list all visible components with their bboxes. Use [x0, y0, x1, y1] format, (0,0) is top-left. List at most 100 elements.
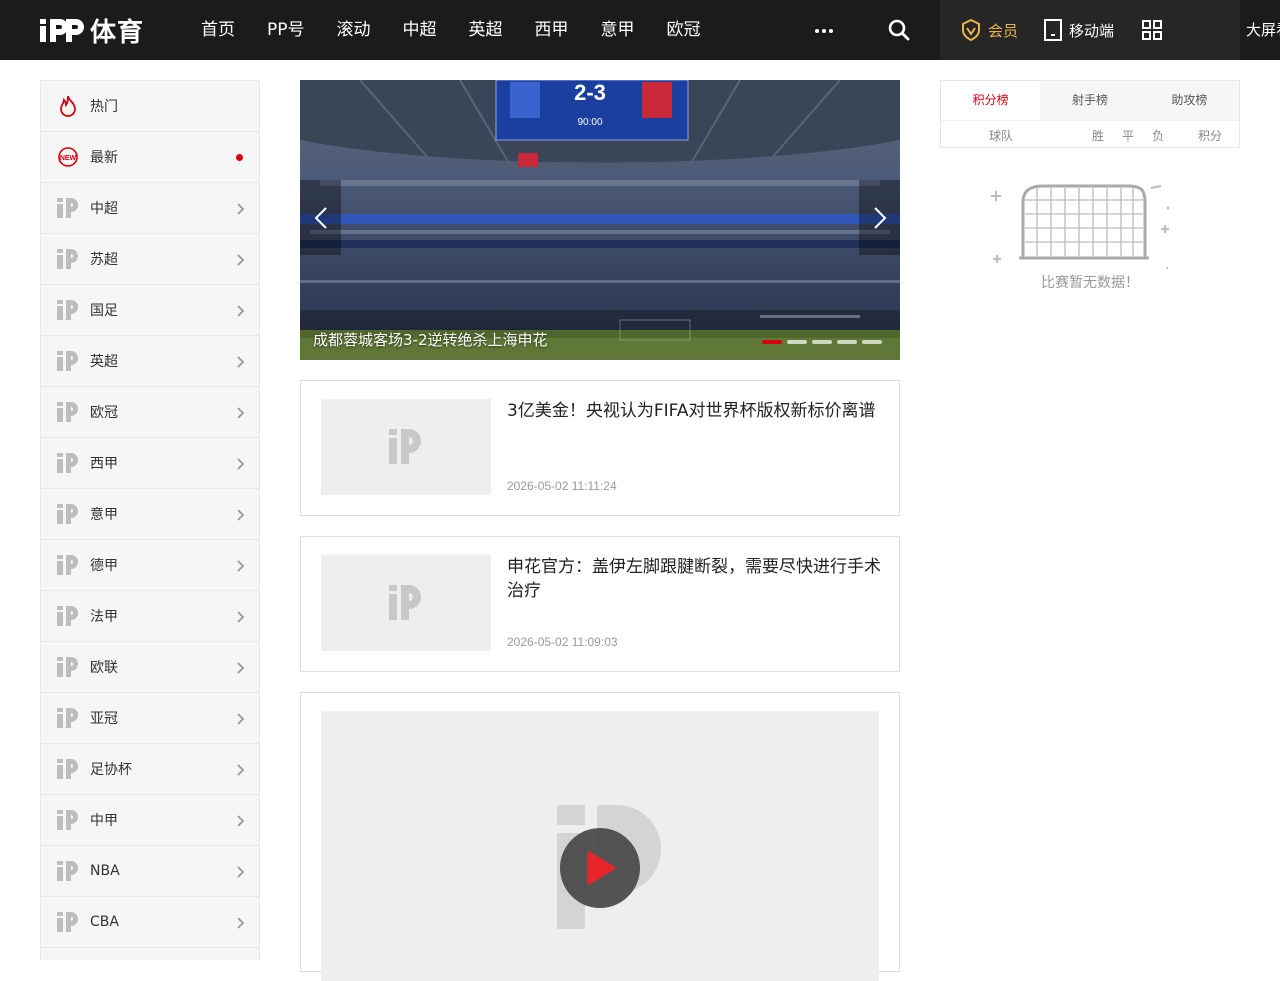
vip-label: 会员 [988, 22, 1019, 40]
logo-text: 体育 [90, 17, 145, 48]
sidebar-item[interactable]: NBA [41, 846, 259, 897]
nav-item-scroll[interactable]: 滚动 [321, 0, 387, 60]
col-points: 积分 [1198, 129, 1223, 143]
carousel-dot[interactable] [812, 340, 832, 344]
chevron-right-icon [237, 508, 245, 521]
nav-item-seriea[interactable]: 意甲 [585, 0, 651, 60]
new-indicator-dot [236, 154, 243, 161]
sidebar-item[interactable]: 欧冠 [41, 387, 259, 438]
sidebar-item-label: 亚冠 [90, 711, 118, 727]
chevron-right-icon [237, 457, 245, 470]
carousel-dot[interactable] [787, 340, 807, 344]
sidebar-item[interactable]: 欧联 [41, 642, 259, 693]
news-card[interactable]: 申花官方：盖伊左脚跟腱断裂，需要尽快进行手术治疗 2026-05-02 11:0… [300, 536, 900, 672]
chevron-right-icon [237, 763, 245, 776]
tab-standings[interactable]: 积分榜 [941, 81, 1041, 120]
tab-top-assists[interactable]: 助攻榜 [1140, 81, 1239, 120]
bigscreen-link[interactable]: 大屏看 [1246, 19, 1280, 40]
sidebar-item[interactable]: 苏超 [41, 234, 259, 285]
chevron-right-icon [237, 355, 245, 368]
chevron-right-icon [237, 661, 245, 674]
news-time: 2026-05-02 11:11:24 [507, 479, 617, 493]
pp-logo-icon [57, 503, 79, 525]
chevron-right-icon [237, 865, 245, 878]
sidebar-item-label: CBA [90, 914, 119, 930]
chevron-right-icon [237, 253, 245, 266]
pp-logo-icon [57, 452, 79, 474]
search-icon[interactable] [886, 17, 912, 43]
chevron-left-icon [314, 206, 327, 229]
site-logo[interactable]: 体育 [38, 14, 145, 48]
sidebar-item[interactable]: 意甲 [41, 489, 259, 540]
sidebar-item-label: 英超 [90, 354, 118, 370]
carousel-prev-button[interactable] [300, 180, 341, 255]
vip-button[interactable]: 会员 [960, 18, 1018, 42]
carousel-dot[interactable] [762, 340, 782, 344]
pp-logo-icon [57, 860, 79, 882]
carousel-indicators [762, 340, 882, 344]
sidebar-item-label: 欧联 [90, 660, 118, 676]
sidebar-item-label: NBA [90, 863, 120, 879]
phone-icon [1044, 19, 1062, 41]
news-title[interactable]: 3亿美金！央视认为FIFA对世界杯版权新标价离谱 [507, 399, 882, 423]
carousel-next-button[interactable] [859, 180, 900, 255]
ranking-panel: 积分榜 射手榜 助攻榜 球队 胜 平 负 积分 [940, 80, 1240, 148]
top-navigation-bar: 体育 首页 PP号 滚动 中超 英超 西甲 意甲 欧冠 会员 移动端 大屏 [0, 0, 1280, 60]
vip-shield-icon [962, 18, 980, 42]
pp-placeholder-icon [389, 429, 421, 464]
sidebar-item[interactable]: 热门 [41, 81, 259, 132]
sidebar-item[interactable]: 法甲 [41, 591, 259, 642]
news-title[interactable]: 申花官方：盖伊左脚跟腱断裂，需要尽快进行手术治疗 [507, 555, 882, 603]
sidebar-item[interactable]: 亚冠 [41, 693, 259, 744]
apps-grid-icon[interactable] [1142, 20, 1162, 40]
pp-logo-icon [57, 605, 79, 627]
pp-logo-icon [57, 809, 79, 831]
main-nav: 首页 PP号 滚动 中超 英超 西甲 意甲 欧冠 [185, 0, 717, 60]
col-draw: 平 [1122, 129, 1135, 143]
carousel-image: 2-3 90:00 [300, 80, 900, 360]
nav-item-epl[interactable]: 英超 [453, 0, 519, 60]
nav-item-laliga[interactable]: 西甲 [519, 0, 585, 60]
headline-carousel[interactable]: 2-3 90:00 成都蓉城客场3-2逆转绝杀上海申花 [300, 80, 900, 360]
news-thumbnail [321, 399, 491, 495]
carousel-caption[interactable]: 成都蓉城客场3-2逆转绝杀上海申花 [313, 329, 548, 350]
more-icon[interactable] [810, 20, 838, 40]
sidebar-item[interactable]: 西甲 [41, 438, 259, 489]
chevron-right-icon [237, 916, 245, 929]
news-time: 2026-05-02 11:09:03 [507, 635, 618, 649]
sidebar-item[interactable]: 足协杯 [41, 744, 259, 795]
mobile-app-button[interactable]: 移动端 [1043, 18, 1114, 42]
video-thumbnail [321, 711, 879, 981]
sidebar-item[interactable]: 英超 [41, 336, 259, 387]
chevron-right-icon [237, 406, 245, 419]
ranking-header: 球队 胜 平 负 积分 [941, 120, 1239, 148]
nav-item-ucl[interactable]: 欧冠 [651, 0, 717, 60]
carousel-dot[interactable] [837, 340, 857, 344]
nav-item-pp-hao[interactable]: PP号 [251, 0, 321, 60]
sidebar-item[interactable]: 国足 [41, 285, 259, 336]
col-win: 胜 [1092, 129, 1105, 143]
sidebar-item-label: 国足 [90, 303, 118, 319]
pp-logo-icon [57, 758, 79, 780]
sidebar-item[interactable]: CBA [41, 897, 259, 948]
nav-item-home[interactable]: 首页 [185, 0, 251, 60]
sidebar-item[interactable]: 中超 [41, 183, 259, 234]
sidebar-item-label: 西甲 [90, 456, 118, 472]
carousel-dot[interactable] [862, 340, 882, 344]
tab-top-scorers[interactable]: 射手榜 [1040, 81, 1139, 120]
sidebar-item[interactable]: NEW 最新 [41, 132, 259, 183]
play-icon [587, 851, 616, 885]
play-button[interactable] [560, 828, 640, 908]
news-card[interactable]: 3亿美金！央视认为FIFA对世界杯版权新标价离谱 2026-05-02 11:1… [300, 380, 900, 516]
sidebar-item[interactable]: 中甲 [41, 795, 259, 846]
video-card[interactable] [300, 692, 900, 981]
pp-logo-icon [57, 911, 79, 933]
chevron-right-icon [237, 712, 245, 725]
sidebar-item-label: 德甲 [90, 558, 118, 574]
sidebar-item-label: 法甲 [90, 609, 118, 625]
chevron-right-icon [237, 202, 245, 215]
sidebar-item[interactable]: 德甲 [41, 540, 259, 591]
sidebar-item-label: 最新 [90, 150, 118, 166]
pp-logo-icon [57, 656, 79, 678]
nav-item-csl[interactable]: 中超 [387, 0, 453, 60]
